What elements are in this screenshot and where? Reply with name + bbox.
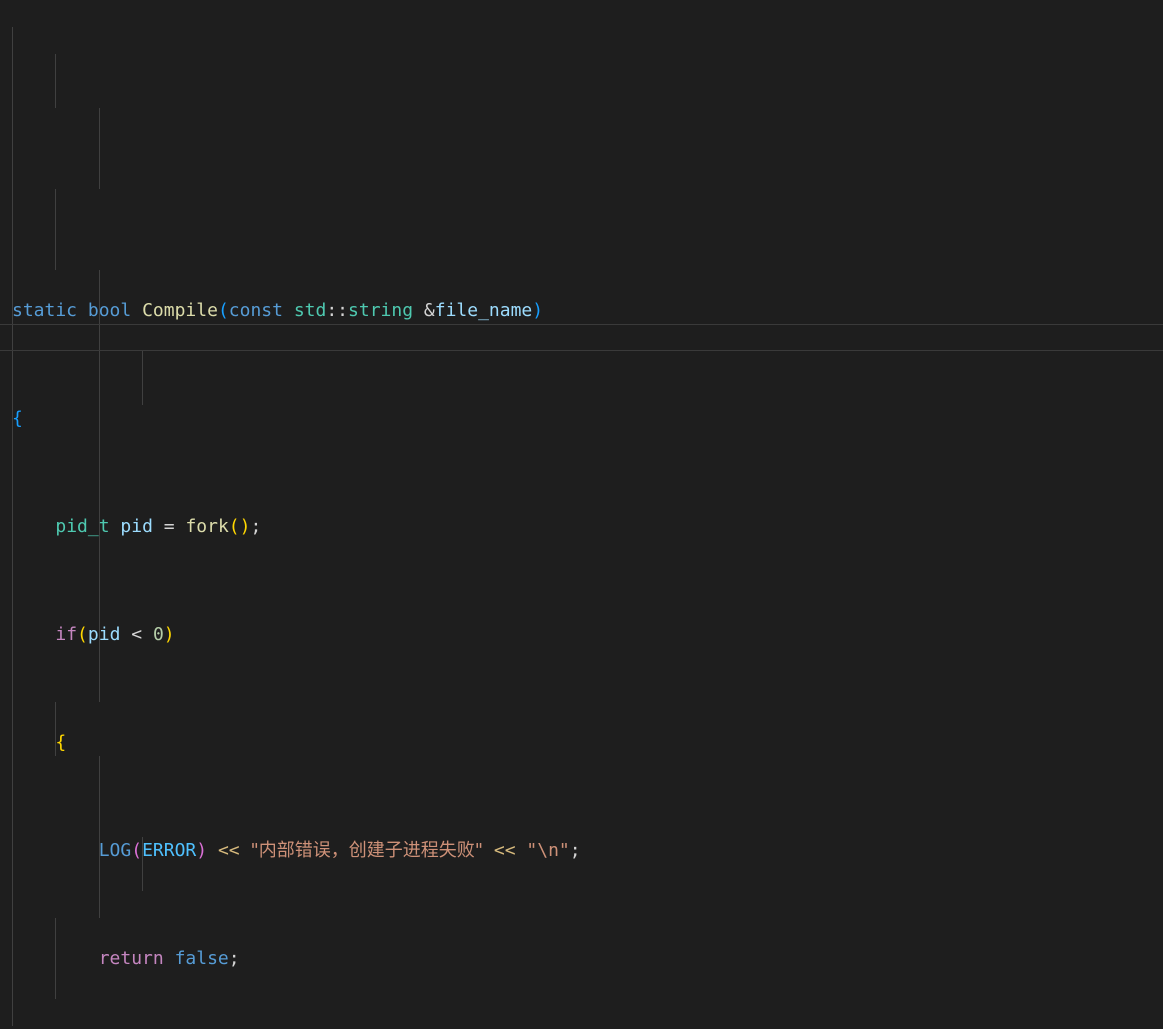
token-bracket: { [12, 408, 23, 429]
code-line[interactable]: static bool Compile(const std::string &f… [0, 297, 1163, 324]
token-variable: pid [87, 624, 121, 645]
code-line[interactable]: LOG(ERROR) << "内部错误，创建子进程失败" << "\n"; [0, 837, 1163, 864]
token-variable: pid [120, 516, 153, 537]
code-line[interactable]: { [0, 729, 1163, 756]
code-line[interactable]: pid_t pid = fork(); [0, 513, 1163, 540]
token-operator: << [217, 840, 240, 861]
token-keyword: const [228, 300, 283, 321]
token-type: pid_t [55, 516, 110, 537]
token-bracket: ) [196, 840, 208, 861]
token-number: 0 [152, 624, 164, 645]
token-bracket: ( [77, 624, 88, 645]
token-bracket: ( [217, 300, 229, 321]
code-line[interactable]: if(pid < 0) [0, 621, 1163, 648]
token-bracket: ) [163, 624, 175, 645]
code-line[interactable]: { [0, 405, 1163, 432]
token-bracket: () [228, 516, 251, 537]
token-macro-arg: ERROR [142, 840, 197, 861]
code-editor[interactable]: static bool Compile(const std::string &f… [0, 0, 1163, 1029]
indent-guide [99, 108, 100, 189]
token-keyword: bool [87, 300, 132, 321]
token-function: fork [185, 516, 229, 537]
token-function: Compile [142, 300, 218, 321]
token-literal: false [174, 948, 229, 969]
token-type: std [293, 300, 327, 321]
indent-guide [55, 54, 56, 108]
code-line[interactable]: return false; [0, 945, 1163, 972]
token-type: string [348, 300, 414, 321]
token-bracket: ) [532, 300, 544, 321]
token-bracket: { [55, 732, 67, 753]
token-bracket: ( [131, 840, 143, 861]
token-operator: << [493, 840, 516, 861]
token-keyword: static [12, 300, 78, 321]
token-string: "内部错误，创建子进程失败" [250, 840, 484, 861]
token-variable: file_name [434, 300, 533, 321]
token-control: return [98, 948, 164, 969]
token-macro: LOG [98, 840, 132, 861]
code-content: static bool Compile(const std::string &f… [0, 216, 1163, 1029]
token-string: "\n" [526, 840, 570, 861]
token-control: if [55, 624, 78, 645]
